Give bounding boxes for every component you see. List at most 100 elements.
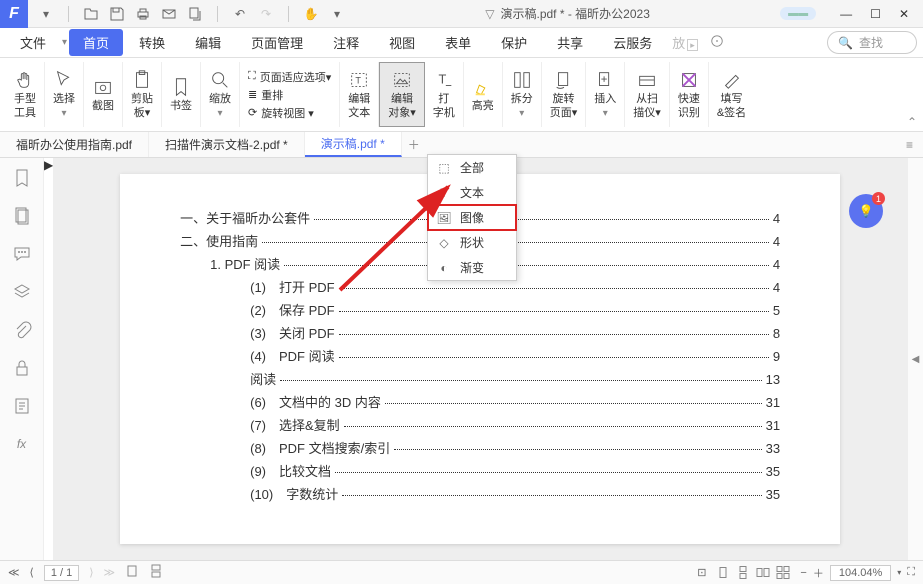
email-icon[interactable] [161, 6, 177, 22]
ribbon-edit-text[interactable]: T编辑文本 [340, 62, 379, 127]
zoom-out-button[interactable]: − [800, 567, 806, 579]
menu-convert[interactable]: 转换 [125, 29, 179, 56]
menu-edit[interactable]: 编辑 [181, 29, 235, 56]
ribbon-hand-tool[interactable]: 手型工具 [6, 62, 45, 127]
sidebar-attachments-icon[interactable] [12, 320, 32, 340]
edit-object-gradient[interactable]: ◐渐变 [428, 255, 516, 280]
sidebar-security-icon[interactable] [12, 358, 32, 378]
view-single-icon[interactable] [716, 564, 730, 581]
menu-protect[interactable]: 保护 [487, 29, 541, 56]
vip-badge[interactable]: ▬▬ [780, 7, 816, 20]
zoom-in-button[interactable]: ＋ [813, 565, 824, 581]
qat-dropdown-icon[interactable]: ▾ [38, 6, 54, 22]
ribbon-edit-object[interactable]: 编辑对象▾ [379, 62, 425, 127]
page-number-field[interactable]: 1 / 1 [44, 565, 79, 581]
toc-entry[interactable]: (9) 比较文档 35 [180, 461, 780, 480]
shape-icon: ◇ [436, 235, 452, 251]
maximize-button[interactable]: ☐ [870, 7, 881, 21]
sidebar-more-icon[interactable]: fx [12, 434, 32, 454]
ribbon-ocr[interactable]: 快速识别 [670, 62, 709, 127]
edit-object-text[interactable]: T文本 [428, 180, 516, 205]
menu-page[interactable]: 页面管理 [237, 29, 317, 56]
first-page-button[interactable]: ≪ [8, 566, 20, 579]
continuous-page-icon[interactable] [149, 564, 163, 581]
ribbon-rotate-page[interactable]: 旋转页面▾ [542, 62, 587, 127]
menu-overflow[interactable]: 放▸ [668, 29, 702, 56]
menu-form[interactable]: 表单 [431, 29, 485, 56]
tab-list-button[interactable]: ≡ [896, 138, 923, 152]
menu-home[interactable]: 首页 [69, 29, 123, 56]
toc-entry[interactable]: (3) 关闭 PDF 8 [180, 323, 780, 342]
zoom-value[interactable]: 104.04% [830, 565, 891, 581]
doc-tab-1[interactable]: 扫描件演示文档-2.pdf * [149, 132, 305, 157]
toc-entry[interactable]: 阅读 13 [180, 369, 780, 388]
view-facing-icon[interactable] [756, 564, 770, 581]
menu-share[interactable]: 共享 [543, 29, 597, 56]
view-continuous-facing-icon[interactable] [776, 564, 790, 581]
ribbon-clipboard[interactable]: 剪贴板▾ [123, 62, 162, 127]
minimize-button[interactable]: ― [840, 7, 852, 21]
prev-page-button[interactable]: ⟨ [30, 566, 34, 579]
sidebar-pages-icon[interactable] [12, 206, 32, 226]
toc-entry[interactable]: (4) PDF 阅读 9 [180, 346, 780, 365]
hand-icon[interactable]: ✋ [303, 6, 319, 22]
toc-entry[interactable]: (2) 保存 PDF 5 [180, 300, 780, 319]
ribbon-reflow[interactable]: ≣重排 [248, 87, 331, 103]
view-continuous-icon[interactable] [736, 564, 750, 581]
new-tab-button[interactable]: ＋ [402, 136, 426, 153]
menu-cloud[interactable]: 云服务 [599, 29, 666, 56]
close-button[interactable]: ✕ [899, 7, 909, 21]
last-page-button[interactable]: ≫ [104, 566, 116, 579]
toc-entry[interactable]: (6) 文档中的 3D 内容 31 [180, 392, 780, 411]
doc-tab-0[interactable]: 福昕办公使用指南.pdf [0, 132, 149, 157]
sidebar-comments-icon[interactable] [12, 244, 32, 264]
ribbon-from-scanner[interactable]: 从扫描仪▾ [625, 62, 670, 127]
ribbon-insert[interactable]: 插入▾ [586, 62, 625, 127]
open-icon[interactable] [83, 6, 99, 22]
ribbon-rotate-view[interactable]: ⟳旋转视图 ▾ [248, 105, 331, 121]
ribbon-fit-options[interactable]: ⛶页面适应选项▾ [248, 69, 331, 85]
toc-page: 5 [773, 303, 780, 318]
sidebar-expand-handle[interactable]: ▶ [44, 158, 53, 560]
menu-file[interactable]: 文件 [6, 29, 60, 56]
save-icon[interactable] [109, 6, 125, 22]
doc-tab-2[interactable]: 演示稿.pdf * [305, 132, 402, 157]
single-page-icon[interactable] [125, 564, 139, 581]
fullscreen-icon[interactable]: ⛶ [907, 566, 915, 579]
ribbon-typewriter[interactable]: T打字机 [425, 62, 464, 127]
toc-page: 4 [773, 211, 780, 226]
menu-view[interactable]: 视图 [375, 29, 429, 56]
help-bulb-button[interactable]: 💡 1 [849, 194, 883, 228]
qat-more-icon[interactable]: ▾ [329, 6, 345, 22]
toc-entry[interactable]: (10) 字数统计 35 [180, 484, 780, 503]
right-panel-expand-handle[interactable]: ◀ [912, 354, 920, 365]
ribbon-snapshot[interactable]: 截图 [84, 62, 123, 127]
ribbon-select[interactable]: 选择▾ [45, 62, 84, 127]
edit-object-all[interactable]: ⬚全部 [428, 155, 516, 180]
zoom-dropdown-icon[interactable]: ▾ [897, 568, 901, 577]
undo-icon[interactable]: ↶ [232, 6, 248, 22]
print-icon[interactable] [135, 6, 151, 22]
search-box[interactable]: 🔍 查找 [827, 31, 917, 54]
sidebar-layers-icon[interactable] [12, 282, 32, 302]
toc-entry[interactable]: (7) 选择&复制 31 [180, 415, 780, 434]
ribbon-highlight[interactable]: 高亮 [464, 62, 503, 127]
ribbon-bookmark[interactable]: 书签 [162, 62, 201, 127]
ribbon-collapse-icon[interactable]: ⌃ [907, 115, 917, 129]
sidebar-bookmark-icon[interactable] [12, 168, 32, 188]
sidebar-signatures-icon[interactable] [12, 396, 32, 416]
next-page-button[interactable]: ⟩ [89, 566, 93, 579]
toc-entry[interactable]: (8) PDF 文档搜索/索引 33 [180, 438, 780, 457]
chevron-down-icon[interactable]: ▾ [62, 37, 67, 48]
ribbon-fill-sign[interactable]: 填写&签名 [709, 62, 754, 127]
tell-me-icon[interactable] [710, 34, 724, 51]
ribbon-split[interactable]: 拆分▾ [503, 62, 542, 127]
toc-text: (4) PDF 阅读 [250, 346, 335, 365]
edit-object-shape[interactable]: ◇形状 [428, 230, 516, 255]
export-icon[interactable] [187, 6, 203, 22]
ribbon-zoom[interactable]: 缩放▾ [201, 62, 240, 127]
read-mode-icon[interactable]: ⊡ [697, 566, 706, 579]
menu-comment[interactable]: 注释 [319, 29, 373, 56]
edit-object-image[interactable]: 🖼图像 [428, 205, 516, 230]
redo-icon[interactable]: ↷ [258, 6, 274, 22]
